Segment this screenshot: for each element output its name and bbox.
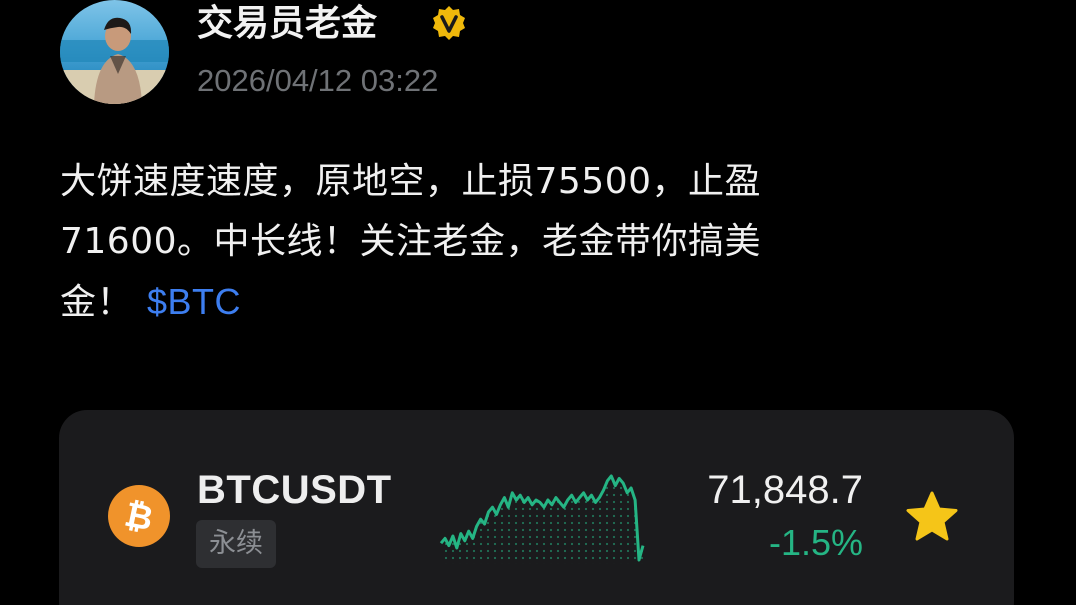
market-price: 71,848.7	[707, 468, 863, 512]
post-container: 交易员老金 2026/04/12 03:22 大饼速度速度，原地空，止损7550…	[0, 0, 1076, 605]
post-text-line: 大饼速度速度，原地空，止损75500，止盈	[60, 161, 762, 202]
price-sparkline	[439, 474, 645, 564]
favorite-star-icon[interactable]	[904, 490, 960, 546]
market-card[interactable]: ₿ BTCUSDT 永续 71,848.7 -1.5%	[59, 410, 1014, 605]
sparkline-area	[441, 476, 643, 564]
price-change: -1.5%	[768, 522, 863, 563]
ticker-link[interactable]: $BTC	[147, 281, 241, 322]
contract-type-badge: 永续	[196, 520, 276, 568]
post-text-line-last: 金！ $BTC	[60, 272, 960, 333]
verified-badge-icon	[433, 6, 465, 40]
post-text-line: 金！	[60, 282, 134, 323]
post-timestamp: 2026/04/12 03:22	[197, 63, 439, 98]
bitcoin-icon: ₿	[108, 485, 170, 547]
author-avatar[interactable]	[60, 0, 169, 104]
post-content: 大饼速度速度，原地空，止损75500，止盈 71600。中长线！关注老金，老金带…	[60, 152, 960, 333]
post-text-line: 71600。中长线！关注老金，老金带你搞美	[60, 221, 762, 262]
avatar-image	[60, 0, 169, 104]
author-name[interactable]: 交易员老金	[197, 2, 377, 46]
market-symbol: BTCUSDT	[197, 468, 392, 512]
